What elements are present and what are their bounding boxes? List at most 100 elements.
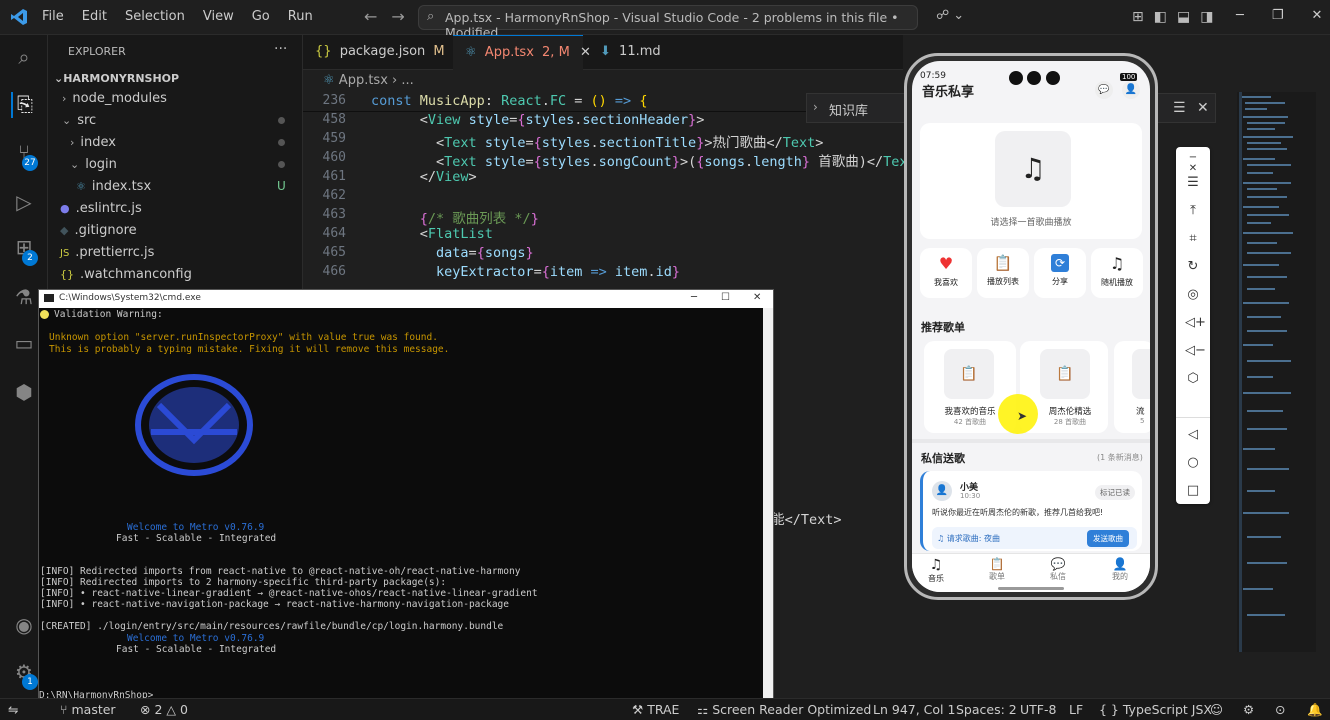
menu-selection[interactable]: Selection <box>125 9 185 24</box>
tree-item-watchmanconfig[interactable]: {} .watchmanconfig <box>60 267 192 282</box>
screenshot-icon[interactable]: ⬡ <box>1185 371 1201 386</box>
back-arrow-icon[interactable]: ← <box>364 7 377 26</box>
action-share[interactable]: ⟳ 分享 <box>1034 248 1086 298</box>
tree-item-src[interactable]: ⌄ src <box>62 113 96 128</box>
close-icon[interactable]: ✕ <box>1311 8 1322 23</box>
toggle-panel-icon[interactable]: ⬓ <box>1177 9 1190 25</box>
menu-icon[interactable]: ☰ <box>1185 175 1201 190</box>
account-icon[interactable]: ◉ <box>11 613 37 639</box>
volume-up-icon[interactable]: ◁+ <box>1185 315 1206 330</box>
sync-icon[interactable]: ⚙ <box>1243 702 1254 717</box>
user-icon[interactable]: 👤 <box>1122 81 1140 99</box>
close-icon[interactable]: ✕ <box>1197 100 1209 116</box>
workspace-root[interactable]: ⌄HARMONYRNSHOP <box>54 72 179 85</box>
git-file-icon: ◆ <box>60 224 69 237</box>
nav-messages[interactable]: 💬 私信 <box>1050 557 1066 582</box>
cmd-output[interactable]: Validation Warning: Unknown option "serv… <box>39 308 763 709</box>
cmd-line: Unknown option "server.runInspectorProxy… <box>49 332 438 343</box>
branch-item[interactable]: ⑂ master <box>60 702 116 717</box>
menu-edit[interactable]: Edit <box>82 9 107 24</box>
cmd-title-bar[interactable]: C:\Windows\System32\cmd.exe ─ ☐ ✕ <box>39 290 773 308</box>
remote-explorer-icon[interactable]: ▭ <box>11 331 37 357</box>
command-center-search[interactable]: ⌕ App.tsx - HarmonyRnShop - Visual Studi… <box>418 5 918 40</box>
explorer-files-icon[interactable]: ⎘ <box>11 92 37 118</box>
maximize-icon[interactable]: ❐ <box>1272 8 1284 23</box>
minimap[interactable] <box>1237 92 1316 652</box>
screen-reader-item[interactable]: ⚏ Screen Reader Optimized <box>697 702 871 717</box>
encoding[interactable]: UTF-8 <box>1020 702 1056 717</box>
tab-11-md[interactable]: ⬇ 11.md <box>588 35 688 70</box>
line-number: 236 <box>322 93 346 108</box>
cursor-position[interactable]: Ln 947, Col 1 <box>873 702 955 717</box>
home-icon[interactable]: ○ <box>1185 455 1201 470</box>
location-icon[interactable]: ◎ <box>1185 287 1201 302</box>
prettier-icon[interactable]: ⊙ <box>1275 702 1285 717</box>
menu-file[interactable]: File <box>42 9 64 24</box>
run-debug-icon[interactable]: ▷ <box>11 190 37 216</box>
copilot-status-icon[interactable]: ☺ <box>1210 702 1223 717</box>
close-icon[interactable]: ✕ <box>753 292 761 303</box>
chat-icon[interactable]: 💬 <box>1095 81 1113 99</box>
menu-run[interactable]: Run <box>288 9 313 24</box>
refresh-icon: ⟳ <box>1051 254 1069 272</box>
recents-icon[interactable]: □ <box>1185 483 1201 498</box>
metro-logo-icon <box>135 374 253 476</box>
tree-item-eslintrc[interactable]: ● .eslintrc.js <box>60 201 142 216</box>
more-actions-icon[interactable]: ··· <box>274 41 287 57</box>
breadcrumb-file[interactable]: App.tsx <box>339 73 388 88</box>
copilot-icon[interactable]: ☍ ⌄ <box>936 8 964 23</box>
tree-item-index[interactable]: › index <box>70 135 116 150</box>
nav-music[interactable]: ♫ 音乐 <box>928 557 944 584</box>
minimize-icon[interactable]: ─ <box>691 292 697 303</box>
toggle-primary-sidebar-icon[interactable]: ◧ <box>1154 9 1167 25</box>
language-mode[interactable]: { } TypeScript JSX <box>1099 702 1212 717</box>
minimize-icon[interactable]: − ✕ <box>1185 152 1201 174</box>
line-number: 460 <box>322 150 346 165</box>
tab-app-tsx[interactable]: ⚛ App.tsx 2, M ✕ <box>453 35 591 70</box>
message-card[interactable]: 👤 小美 10:30 标记已读 听说你最近在听周杰伦的新歌，推荐几首给我吧! ♫… <box>920 471 1142 551</box>
pin-top-icon[interactable]: ⤒ <box>1185 203 1201 218</box>
trae-item[interactable]: ⚒ TRAE <box>632 702 679 717</box>
tree-item-prettierrc[interactable]: JS .prettierrc.js <box>60 245 154 260</box>
problems-item[interactable]: ⊗ 2 △ 0 <box>140 702 188 717</box>
tree-item-gitignore[interactable]: ◆ .gitignore <box>60 223 137 238</box>
minimize-icon[interactable]: ─ <box>1236 8 1244 23</box>
chevron-right-icon[interactable]: › <box>813 100 818 114</box>
tab-package-json[interactable]: {} package.json M <box>303 35 448 70</box>
mark-read-button[interactable]: 标记已读 <box>1095 485 1135 500</box>
volume-down-icon[interactable]: ◁− <box>1185 343 1206 358</box>
react-file-icon: ⚛ <box>465 45 477 60</box>
forward-arrow-icon[interactable]: → <box>391 7 404 26</box>
plugin-icon[interactable]: ⬢ <box>11 380 37 406</box>
breadcrumb-rest[interactable]: ... <box>401 73 413 88</box>
action-playlist[interactable]: 📋 播放列表 <box>977 248 1029 298</box>
nav-profile[interactable]: 👤 我的 <box>1112 557 1128 582</box>
action-shuffle[interactable]: ♫ 随机播放 <box>1091 248 1143 298</box>
playlist-card[interactable]: 流 5 <box>1114 341 1150 433</box>
nav-playlist[interactable]: 📋 歌单 <box>989 557 1005 582</box>
remote-icon[interactable]: ⇋ <box>8 702 18 717</box>
eslint-file-icon: ● <box>60 202 70 215</box>
line-endings[interactable]: LF <box>1069 702 1083 717</box>
back-icon[interactable]: ◁ <box>1185 427 1201 442</box>
player-card[interactable]: ♫ 请选择一首歌曲播放 <box>920 123 1142 239</box>
tree-item-node-modules[interactable]: › node_modules <box>62 91 167 106</box>
tree-item-index-tsx[interactable]: ⚛ index.tsx <box>76 179 151 194</box>
maximize-icon[interactable]: ☐ <box>721 292 730 303</box>
tree-item-login[interactable]: ⌄ login <box>70 157 117 172</box>
menu-go[interactable]: Go <box>252 9 270 24</box>
search-activity-icon[interactable]: ⌕ <box>11 45 37 71</box>
notifications-bell-icon[interactable]: 🔔 <box>1307 702 1323 718</box>
send-song-button[interactable]: 发送歌曲 <box>1087 530 1129 547</box>
indentation[interactable]: Spaces: 2 <box>956 702 1017 717</box>
rotate-icon[interactable]: ↻ <box>1185 259 1201 274</box>
testing-icon[interactable]: ⚗ <box>11 285 37 311</box>
toggle-secondary-sidebar-icon[interactable]: ◨ <box>1200 9 1213 25</box>
crop-icon[interactable]: ⌗ <box>1185 231 1201 246</box>
cmd-scrollbar[interactable] <box>763 308 773 709</box>
action-favorite[interactable]: ♥ 我喜欢 <box>920 248 972 298</box>
layout-customize-icon[interactable]: ⊞ <box>1132 9 1144 25</box>
menu-view[interactable]: View <box>203 9 234 24</box>
list-icon[interactable]: ☰ <box>1173 100 1186 116</box>
react-file-icon: ⚛ <box>76 180 86 193</box>
